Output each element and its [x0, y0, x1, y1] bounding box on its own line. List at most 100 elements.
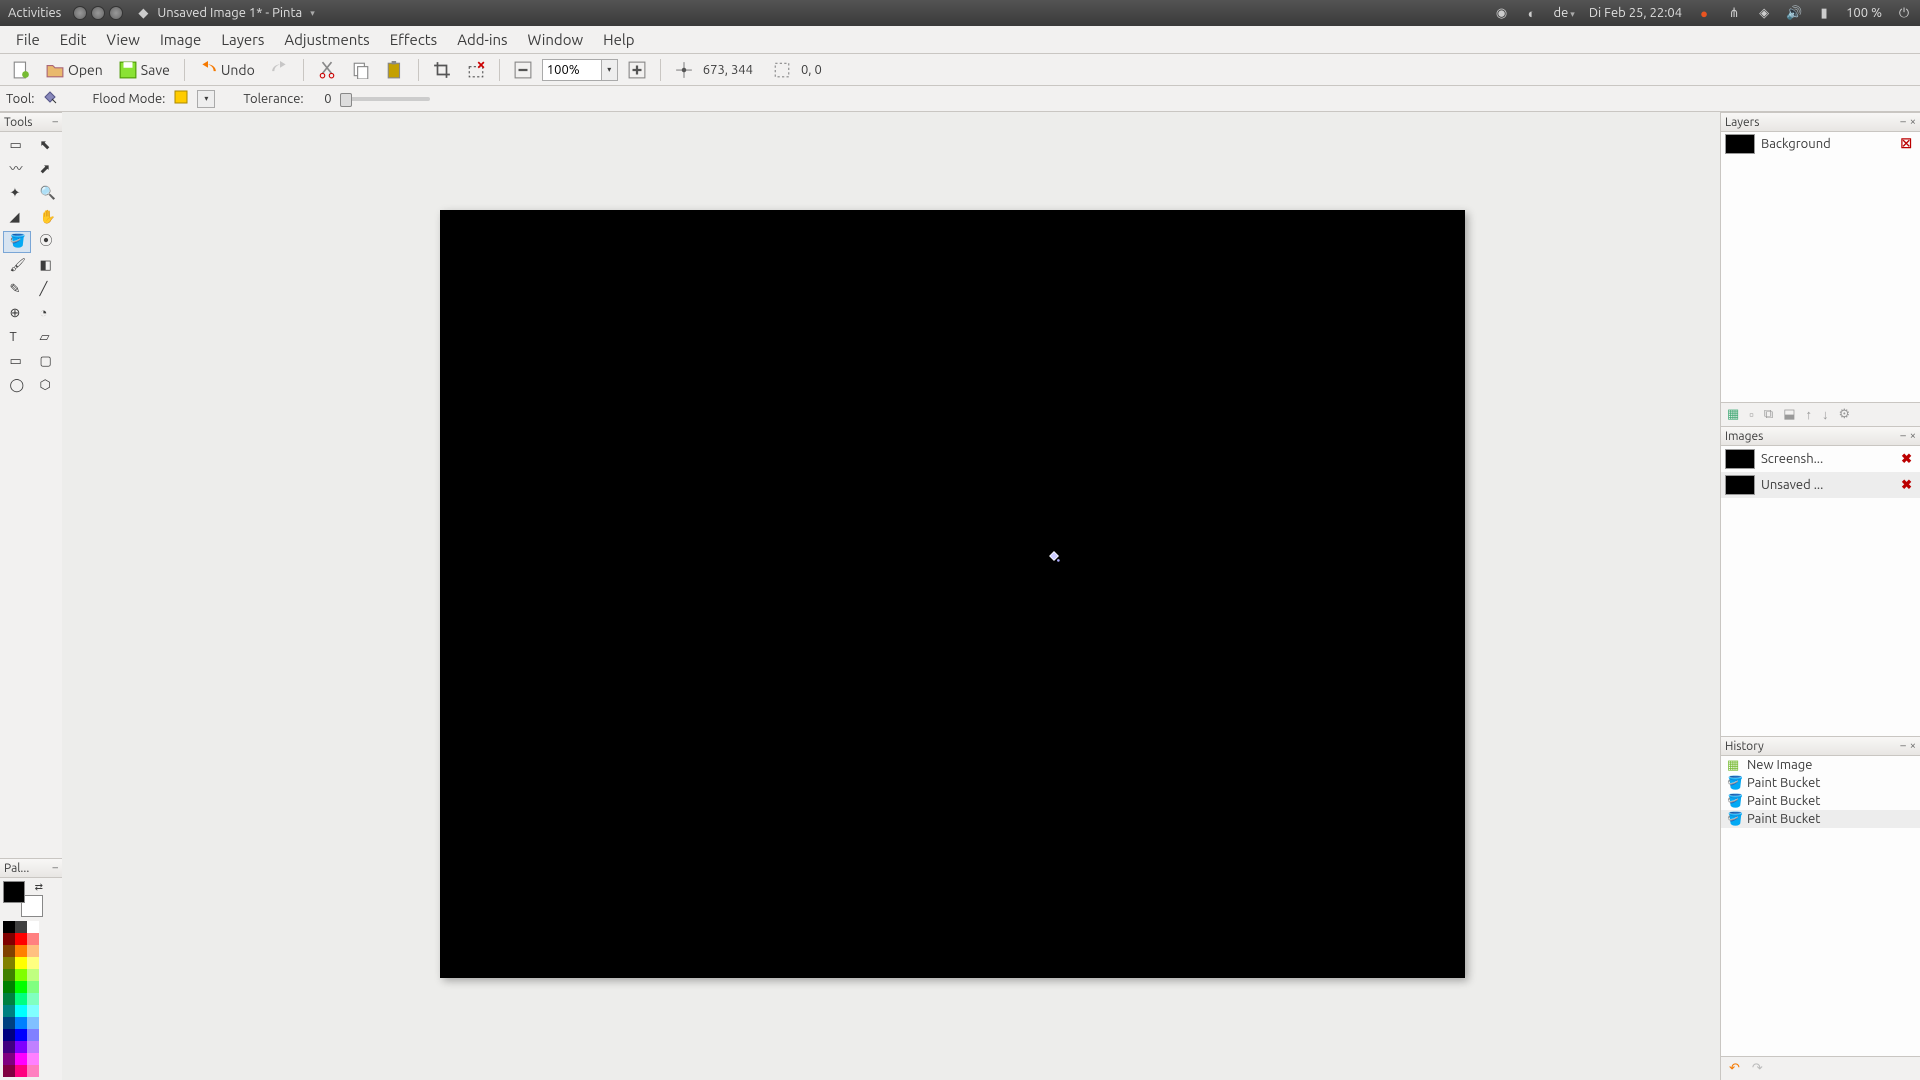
- flood-mode-dropdown[interactable]: ▾: [197, 90, 215, 108]
- palette-swatch[interactable]: [15, 1029, 27, 1041]
- close-icon[interactable]: ×: [1910, 116, 1916, 128]
- tool-freeform[interactable]: ⬡: [33, 375, 61, 397]
- palette-swatch[interactable]: [15, 969, 27, 981]
- palette-swatch[interactable]: [3, 1005, 15, 1017]
- palette-swatch[interactable]: [3, 933, 15, 945]
- palette-swatch[interactable]: [15, 933, 27, 945]
- status-dot-icon[interactable]: ●: [1696, 5, 1712, 21]
- zoom-combo[interactable]: ▾: [542, 59, 618, 81]
- new-button[interactable]: [6, 59, 36, 81]
- tool-move-selection[interactable]: ⬉: [33, 135, 61, 157]
- history-row[interactable]: ▦New Image: [1721, 756, 1920, 774]
- canvas-area[interactable]: [62, 112, 1720, 1080]
- image-row[interactable]: Unsaved ...✖: [1721, 472, 1920, 498]
- zoom-dropdown-icon[interactable]: ▾: [602, 59, 618, 81]
- palette-swatch[interactable]: [3, 1029, 15, 1041]
- palette-swatch[interactable]: [27, 969, 39, 981]
- canvas[interactable]: [440, 210, 1465, 978]
- wifi-icon[interactable]: ◈: [1756, 5, 1772, 21]
- tool-paint-bucket[interactable]: 🪣: [3, 231, 31, 253]
- tool-rect-select[interactable]: ▭: [3, 135, 31, 157]
- tool-gradient[interactable]: ◢: [3, 207, 31, 229]
- palette-swatch[interactable]: [15, 1005, 27, 1017]
- palette-swatch[interactable]: [15, 945, 27, 957]
- palette-swatch[interactable]: [15, 957, 27, 969]
- palette-swatch[interactable]: [27, 993, 39, 1005]
- open-button[interactable]: Open: [40, 59, 109, 81]
- clock[interactable]: Di Feb 25, 22:04: [1589, 6, 1682, 20]
- minimize-icon[interactable]: –: [1900, 430, 1905, 442]
- palette-swatch[interactable]: [27, 1005, 39, 1017]
- copy-button[interactable]: [346, 59, 376, 81]
- indicator-icon[interactable]: ◐: [1524, 5, 1540, 21]
- tool-magic-wand[interactable]: ✦: [3, 183, 31, 205]
- menu-image[interactable]: Image: [150, 27, 211, 52]
- layer-properties-icon[interactable]: ⚙: [1839, 407, 1851, 422]
- keyboard-layout[interactable]: de▾: [1554, 6, 1575, 20]
- palette-swatch[interactable]: [3, 1041, 15, 1053]
- tool-move-pixels[interactable]: ⬈: [33, 159, 61, 181]
- palette-swatch[interactable]: [27, 945, 39, 957]
- tool-recolor[interactable]: ◔: [33, 303, 61, 325]
- undo-button[interactable]: Undo: [193, 59, 261, 81]
- palette-swatch[interactable]: [27, 1053, 39, 1065]
- history-row[interactable]: 🪣Paint Bucket: [1721, 774, 1920, 792]
- palette-swatch[interactable]: [3, 957, 15, 969]
- tool-color-picker[interactable]: ⦿: [33, 231, 61, 253]
- history-row[interactable]: 🪣Paint Bucket: [1721, 810, 1920, 828]
- save-button[interactable]: Save: [113, 59, 176, 81]
- palette-swatch[interactable]: [27, 981, 39, 993]
- palette-swatch[interactable]: [15, 1017, 27, 1029]
- palette-swatch[interactable]: [3, 993, 15, 1005]
- palette-swatch[interactable]: [15, 981, 27, 993]
- window-max-icon[interactable]: [109, 6, 123, 20]
- close-image-icon[interactable]: ✖: [1901, 478, 1916, 493]
- minimize-icon[interactable]: –: [53, 116, 58, 128]
- menu-effects[interactable]: Effects: [380, 27, 448, 52]
- steam-icon[interactable]: ◉: [1494, 5, 1510, 21]
- image-row[interactable]: Screensh...✖: [1721, 446, 1920, 472]
- palette-swatch[interactable]: [15, 993, 27, 1005]
- tool-rectangle[interactable]: ▭: [3, 351, 31, 373]
- window-close-icon[interactable]: [73, 6, 87, 20]
- zoom-in-button[interactable]: [622, 59, 652, 81]
- tool-text[interactable]: T: [3, 327, 31, 349]
- palette-swatch[interactable]: [15, 1041, 27, 1053]
- tool-ellipse[interactable]: ◯: [3, 375, 31, 397]
- palette-swatch[interactable]: [27, 1017, 39, 1029]
- tool-pan[interactable]: ✋: [33, 207, 61, 229]
- duplicate-layer-icon[interactable]: ⧉: [1764, 407, 1773, 422]
- deselect-button[interactable]: [461, 59, 491, 81]
- tolerance-slider[interactable]: [340, 97, 430, 101]
- cut-button[interactable]: [312, 59, 342, 81]
- palette-swatch[interactable]: [15, 1053, 27, 1065]
- window-title[interactable]: Unsaved Image 1* - Pinta: [157, 6, 302, 20]
- network-icon[interactable]: ⋔: [1726, 5, 1742, 21]
- volume-icon[interactable]: 🔊: [1786, 5, 1802, 21]
- battery-icon[interactable]: ▮: [1816, 5, 1832, 21]
- palette-swatch[interactable]: [3, 981, 15, 993]
- palette-swatch[interactable]: [3, 969, 15, 981]
- close-image-icon[interactable]: ✖: [1901, 452, 1916, 467]
- menu-window[interactable]: Window: [518, 27, 594, 52]
- close-icon[interactable]: ×: [1910, 740, 1916, 752]
- palette-swatch[interactable]: [27, 1029, 39, 1041]
- minimize-icon[interactable]: –: [1900, 116, 1905, 128]
- menu-add-ins[interactable]: Add-ins: [447, 27, 517, 52]
- undo-icon[interactable]: ↶: [1729, 1061, 1740, 1076]
- crop-button[interactable]: [427, 59, 457, 81]
- menu-adjustments[interactable]: Adjustments: [274, 27, 379, 52]
- palette-swatch[interactable]: [27, 1041, 39, 1053]
- palette-swatch[interactable]: [27, 933, 39, 945]
- color-picker[interactable]: ⇄: [3, 881, 43, 917]
- foreground-swatch[interactable]: [3, 881, 25, 903]
- palette-swatch[interactable]: [15, 1065, 27, 1077]
- tool-pencil[interactable]: ✎: [3, 279, 31, 301]
- menu-view[interactable]: View: [96, 27, 150, 52]
- zoom-input[interactable]: [542, 59, 602, 81]
- tool-zoom[interactable]: 🔍: [33, 183, 61, 205]
- palette-swatch[interactable]: [27, 1065, 39, 1077]
- layer-row[interactable]: Background☒: [1721, 132, 1920, 156]
- palette-swatch[interactable]: [27, 957, 39, 969]
- palette-swatch[interactable]: [3, 1065, 15, 1077]
